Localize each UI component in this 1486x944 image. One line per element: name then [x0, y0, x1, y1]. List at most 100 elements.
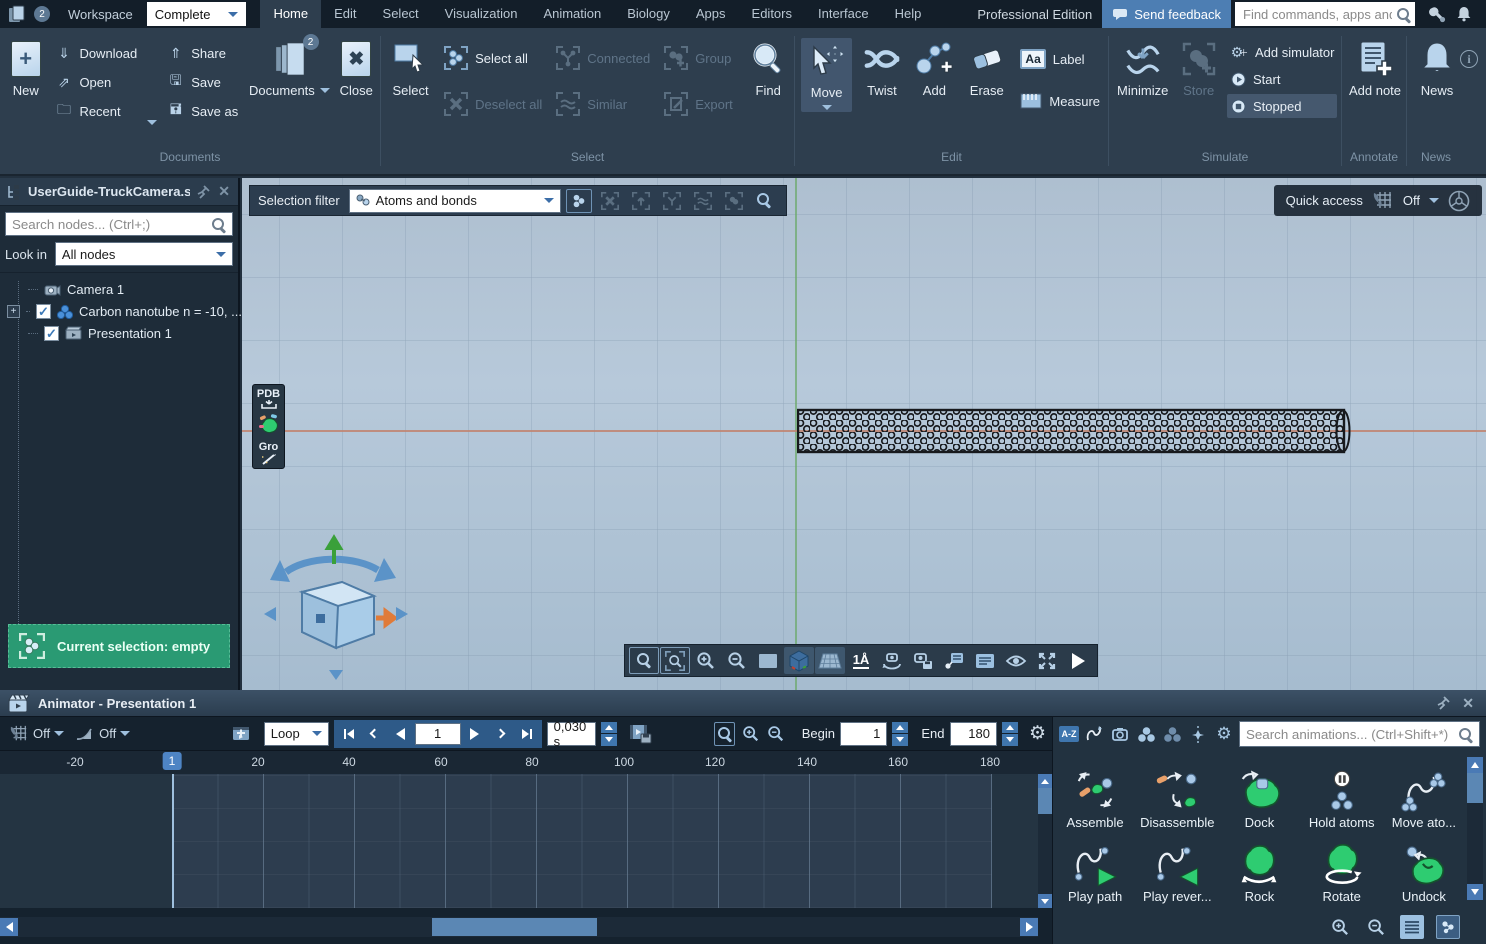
scale-reference-button[interactable]: 1Å	[846, 647, 876, 674]
skip-to-start-button[interactable]	[337, 723, 361, 745]
find-button[interactable]: Find	[746, 38, 790, 98]
eye-icon[interactable]	[1001, 647, 1031, 674]
filter-camera-icon[interactable]	[1109, 723, 1131, 745]
filter-group-icon[interactable]	[721, 189, 747, 213]
preset-move-atoms[interactable]: Move ato...	[1384, 755, 1464, 830]
play-forward-button[interactable]	[463, 723, 487, 745]
orientation-cube-icon[interactable]	[784, 647, 814, 674]
filter-effects-icon[interactable]	[1187, 723, 1209, 745]
tree-item-presentation[interactable]: ✓ Presentation 1	[10, 323, 238, 343]
scroll-up-icon[interactable]	[1038, 774, 1052, 788]
timeline-vertical-scrollbar[interactable]	[1038, 774, 1052, 908]
end-frame-field[interactable]: 180	[950, 722, 997, 746]
quick-access-value[interactable]: Off	[1403, 193, 1420, 208]
graph-view-icon[interactable]	[1436, 915, 1460, 939]
annotation-icon[interactable]	[939, 647, 969, 674]
interpolation-toggle[interactable]: Off	[72, 726, 133, 742]
preset-hold-atoms[interactable]: Hold atoms	[1302, 755, 1382, 830]
close-document-button[interactable]: ✖ Close	[337, 38, 376, 98]
scroll-down-icon[interactable]	[1467, 884, 1483, 900]
timeline-zoom-fit-icon[interactable]	[714, 722, 735, 746]
tab-select[interactable]: Select	[370, 0, 432, 28]
twist-tool-button[interactable]: Twist	[858, 38, 905, 98]
filter-expand-icon[interactable]	[628, 189, 654, 213]
text-overlay-icon[interactable]	[970, 647, 1000, 674]
add-animation-icon[interactable]	[231, 723, 255, 745]
search-animations-box[interactable]	[1239, 721, 1480, 747]
store-button[interactable]: Store	[1176, 38, 1221, 98]
tab-home[interactable]: Home	[260, 0, 321, 28]
filter-meshes-icon[interactable]	[1161, 723, 1183, 745]
tab-help[interactable]: Help	[882, 0, 935, 28]
label-button[interactable]: Aa Label	[1016, 44, 1104, 74]
look-in-select[interactable]: All nodes	[55, 242, 233, 266]
recent-chevron-icon[interactable]	[147, 120, 157, 125]
fast-forward-button[interactable]	[489, 723, 513, 745]
download-button[interactable]: ⇓Download	[51, 40, 141, 66]
view-selection-icon[interactable]	[660, 647, 690, 674]
tree-item-camera[interactable]: Camera 1	[10, 279, 238, 299]
play-backward-button[interactable]	[389, 723, 413, 745]
chevron-down-icon[interactable]	[1429, 198, 1439, 203]
select-tool-button[interactable]: Select	[387, 38, 434, 98]
current-frame-marker[interactable]: 1	[163, 752, 182, 770]
tab-edit[interactable]: Edit	[321, 0, 369, 28]
minimize-energy-button[interactable]: Minimize	[1115, 38, 1170, 98]
tree-item-carbon-nanotube[interactable]: + ✓ Carbon nanotube n = -10, ...	[10, 301, 238, 321]
filter-find-icon[interactable]	[752, 189, 778, 213]
viewport-3d[interactable]: Selection filter Atoms and bonds Quick a…	[242, 178, 1486, 690]
notifications-bell-icon[interactable]	[1456, 6, 1472, 22]
save-button[interactable]: 🖫Save	[163, 69, 242, 95]
timeline-zoom-in-icon[interactable]	[740, 722, 761, 746]
save-as-button[interactable]: 🖬Save as	[163, 98, 242, 124]
pin-icon[interactable]	[1436, 696, 1450, 710]
snapshot-icon[interactable]	[908, 647, 938, 674]
visibility-checkbox[interactable]: ✓	[44, 326, 59, 341]
timeline-grid[interactable]	[0, 774, 1038, 908]
filter-deselect-icon[interactable]	[597, 189, 623, 213]
preset-disassemble[interactable]: Disassemble	[1137, 755, 1217, 830]
add-tool-button[interactable]: Add	[912, 38, 957, 98]
preset-rock[interactable]: Rock	[1219, 830, 1299, 905]
preset-assemble[interactable]: Assemble	[1055, 755, 1135, 830]
loop-mode-select[interactable]: Loop	[264, 722, 329, 746]
preset-play-reverse[interactable]: Play rever...	[1137, 830, 1217, 905]
export-movie-icon[interactable]	[628, 722, 654, 746]
start-simulation-button[interactable]: Start	[1227, 67, 1337, 91]
build-molecule-button[interactable]	[254, 413, 283, 437]
navigation-gizmo[interactable]	[256, 530, 416, 690]
new-document-button[interactable]: + New	[6, 38, 45, 98]
close-panel-icon[interactable]: ✕	[216, 183, 232, 200]
sort-az-button[interactable]: A-Z	[1059, 726, 1079, 742]
group-button[interactable]: Group	[660, 40, 740, 76]
skip-to-end-button[interactable]	[515, 723, 539, 745]
frame-time-spinner[interactable]	[601, 722, 617, 746]
filter-path-icon[interactable]	[1083, 723, 1105, 745]
send-feedback-button[interactable]: Send feedback	[1102, 0, 1231, 28]
tab-animation[interactable]: Animation	[530, 0, 614, 28]
select-similar-button[interactable]: Similar	[552, 86, 654, 122]
news-button[interactable]: News	[1413, 38, 1461, 98]
tab-editors[interactable]: Editors	[739, 0, 805, 28]
preset-play-path[interactable]: Play path	[1055, 830, 1135, 905]
filter-similar-icon[interactable]	[690, 189, 716, 213]
list-view-icon[interactable]	[1400, 915, 1424, 939]
frame-time-field[interactable]: 0,030 s	[547, 722, 596, 746]
timeline-horizontal-scrollbar[interactable]	[0, 917, 1038, 937]
select-all-button[interactable]: Select all	[440, 40, 546, 76]
animator-settings-gear-icon[interactable]: ⚙	[1029, 722, 1046, 745]
filter-molecule-icon[interactable]	[1135, 723, 1157, 745]
pdb-download-button[interactable]: PDB	[254, 388, 283, 409]
selection-filter-select[interactable]: Atoms and bonds	[349, 189, 561, 213]
tab-apps[interactable]: Apps	[683, 0, 739, 28]
library-settings-gear-icon[interactable]: ⚙	[1213, 723, 1235, 745]
timeline-grid-toggle[interactable]: Off	[6, 725, 67, 743]
tab-biology[interactable]: Biology	[614, 0, 683, 28]
grid-plane-icon[interactable]	[815, 647, 845, 674]
documents-button[interactable]: 2 Documents	[248, 38, 330, 98]
open-button[interactable]: ⇗Open	[51, 69, 141, 95]
stopped-state-button[interactable]: Stopped	[1227, 94, 1337, 118]
fast-backward-button[interactable]	[363, 723, 387, 745]
play-presentation-icon[interactable]	[1063, 647, 1093, 674]
zoom-in-icon[interactable]	[691, 647, 721, 674]
